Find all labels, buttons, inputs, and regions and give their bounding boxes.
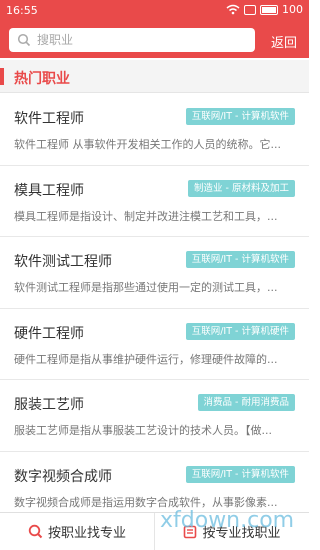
list-item[interactable]: 软件工程师 互联网/IT - 计算机软件 软件工程师 从事软件开发相关工作的人员… <box>0 94 309 166</box>
job-name: 模具工程师 <box>14 182 84 199</box>
wifi-icon <box>226 4 240 15</box>
section-title: 热门职业 <box>14 71 70 87</box>
list-item[interactable]: 模具工程师 制造业 - 原材料及加工 模具工程师是指设计、制定并改进注模工艺和工… <box>0 166 309 238</box>
watermark: xfdown.com <box>160 508 295 533</box>
battery-level: 100 <box>282 3 303 16</box>
status-time: 16:55 <box>6 4 38 17</box>
job-name: 软件测试工程师 <box>14 254 112 271</box>
tab-find-major-by-job[interactable]: 按职业找专业 <box>0 513 154 550</box>
search-box[interactable] <box>9 28 255 52</box>
job-category-tag: 互联网/IT - 计算机软件 <box>185 251 295 269</box>
job-description: 软件工程师 从事软件开发相关工作的人员的统称。它... <box>14 138 281 151</box>
tab-label: 按职业找专业 <box>47 526 126 541</box>
job-list: 软件工程师 互联网/IT - 计算机软件 软件工程师 从事软件开发相关工作的人员… <box>0 94 309 524</box>
job-category-tag: 消费品 - 耐用消费品 <box>197 394 295 412</box>
section-header: 热门职业 <box>0 60 309 93</box>
battery-icon <box>260 4 278 15</box>
job-category-tag: 互联网/IT - 计算机软件 <box>185 465 295 483</box>
job-name: 硬件工程师 <box>14 325 84 342</box>
top-bar: 返回 <box>0 22 309 58</box>
job-description: 服装工艺师是指从事服装工艺设计的技术人员。【做... <box>14 424 272 438</box>
job-name: 软件工程师 <box>14 111 84 127</box>
status-icons: 100 <box>226 3 303 16</box>
job-name: 服装工艺师 <box>14 397 84 414</box>
job-description: 模具工程师是指设计、制定并改进注模工艺和工具，... <box>14 209 278 223</box>
status-bar: 16:55 100 <box>0 0 309 22</box>
job-category-tag: 互联网/IT - 计算机软件 <box>185 108 295 125</box>
search-icon <box>28 524 43 539</box>
search-icon <box>17 33 31 47</box>
back-button[interactable]: 返回 <box>271 32 297 51</box>
job-description: 软件测试工程师是指那些通过使用一定的测试工具，... <box>14 281 278 295</box>
screen-icon <box>244 4 256 15</box>
job-category-tag: 互联网/IT - 计算机硬件 <box>185 322 295 340</box>
job-description: 硬件工程师是指从事维护硬件运行，修理硬件故障的... <box>14 352 278 366</box>
section-accent-bar <box>0 68 4 85</box>
job-name: 数字视频合成师 <box>14 468 112 485</box>
job-category-tag: 制造业 - 原材料及加工 <box>188 179 295 197</box>
list-item[interactable]: 服装工艺师 消费品 - 耐用消费品 服装工艺师是指从事服装工艺设计的技术人员。【… <box>0 380 309 452</box>
list-item[interactable]: 软件测试工程师 互联网/IT - 计算机软件 软件测试工程师是指那些通过使用一定… <box>0 237 309 309</box>
list-item[interactable]: 硬件工程师 互联网/IT - 计算机硬件 硬件工程师是指从事维护硬件运行，修理硬… <box>0 309 309 381</box>
search-input[interactable] <box>37 31 247 49</box>
